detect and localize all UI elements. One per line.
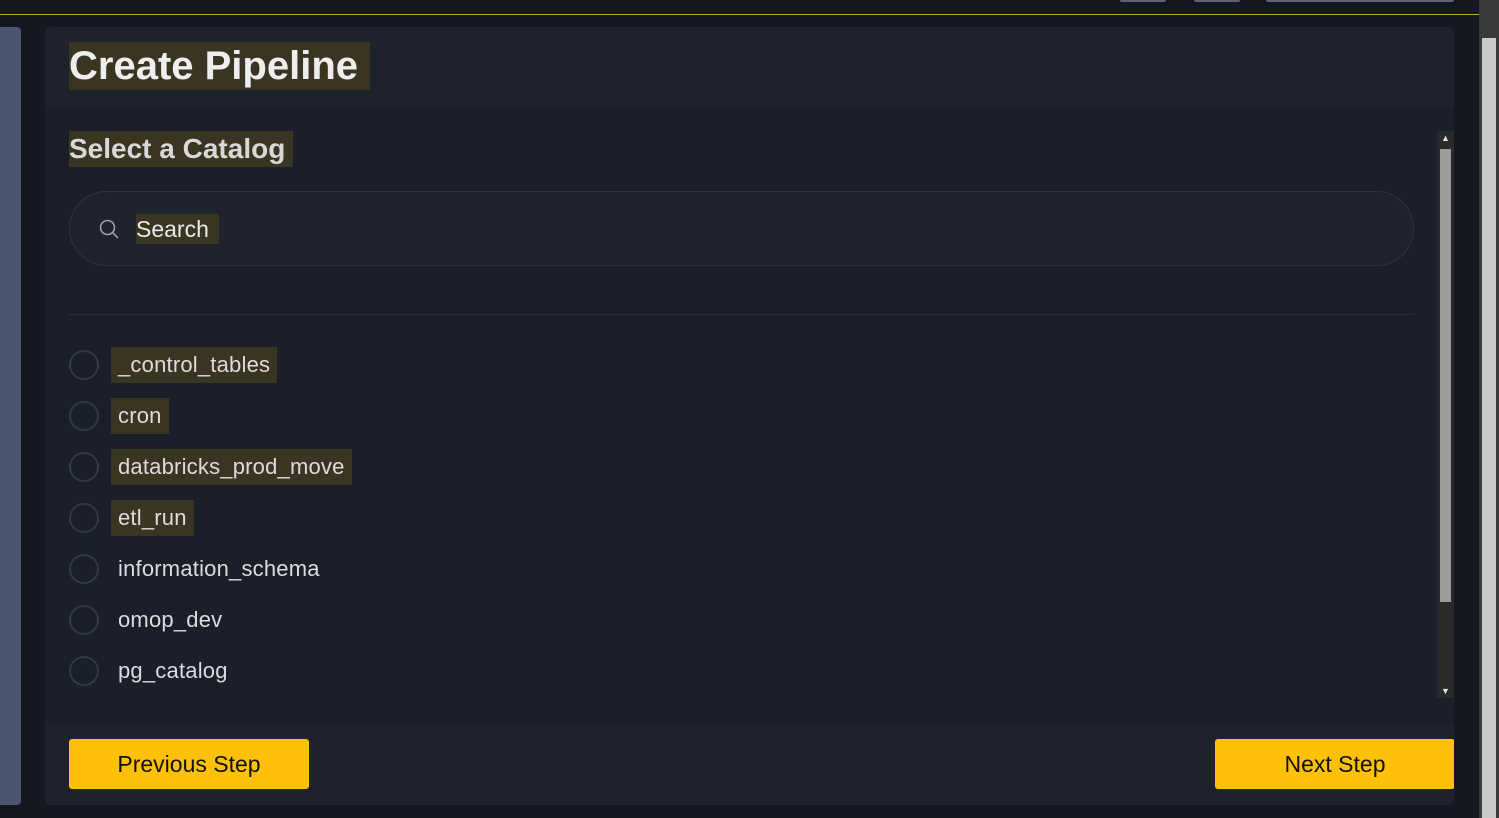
catalog-list-item[interactable]: information_schema: [69, 543, 1414, 594]
catalog-list-item[interactable]: etl_run: [69, 492, 1414, 543]
catalog-list: _control_tablescron databricks_prod_movee…: [69, 339, 1414, 696]
search-box[interactable]: [69, 191, 1414, 266]
catalog-list-item[interactable]: databricks_prod_move: [69, 441, 1414, 492]
scroll-up-arrow-icon[interactable]: ▲: [1437, 131, 1454, 145]
next-step-button[interactable]: Next Step: [1215, 739, 1454, 789]
create-pipeline-panel: Create Pipeline Select a Catalog _contro…: [45, 27, 1454, 805]
catalog-label: databricks_prod_move: [111, 448, 352, 485]
catalog-label: pg_catalog: [118, 657, 228, 683]
divider: [69, 314, 1414, 315]
catalog-list-item[interactable]: pg_catalog: [69, 645, 1414, 696]
catalog-list-item[interactable]: _control_tables: [69, 339, 1414, 390]
search-input[interactable]: [136, 214, 219, 244]
page-scrollbar[interactable]: [1479, 0, 1499, 818]
top-bar: [0, 0, 1479, 15]
section-subtitle: Select a Catalog: [69, 131, 294, 167]
page-scrollbar-thumb[interactable]: [1482, 38, 1496, 818]
catalog-list-item[interactable]: omop_dev: [69, 594, 1414, 645]
catalog-label: etl_run: [111, 499, 194, 536]
catalog-label: _control_tables: [111, 346, 278, 383]
list-scrollbar[interactable]: ▲ ▼: [1437, 131, 1454, 698]
catalog-radio-button[interactable]: [69, 604, 99, 635]
search-icon: [99, 219, 119, 239]
panel-footer: Previous Step Next Step: [45, 724, 1454, 805]
top-bar-control[interactable]: [1194, 0, 1240, 2]
previous-step-button[interactable]: Previous Step: [69, 739, 309, 789]
top-bar-control[interactable]: [1120, 0, 1166, 2]
catalog-radio-button[interactable]: [69, 553, 99, 584]
catalog-radio-button[interactable]: [69, 655, 99, 686]
catalog-list-item[interactable]: cron: [69, 390, 1414, 441]
catalog-label: information_schema: [118, 555, 320, 581]
catalog-label: cron: [111, 397, 169, 434]
scroll-down-arrow-icon[interactable]: ▼: [1437, 684, 1454, 698]
panel-body: Select a Catalog _control_tablescron data…: [45, 107, 1454, 724]
panel-header: Create Pipeline: [45, 27, 1454, 107]
page-title: Create Pipeline: [69, 42, 371, 90]
catalog-radio-button[interactable]: [69, 400, 99, 431]
catalog-radio-button[interactable]: [69, 502, 99, 533]
scrollbar-thumb[interactable]: [1440, 149, 1451, 602]
catalog-radio-button[interactable]: [69, 349, 99, 380]
catalog-label: omop_dev: [118, 606, 223, 632]
top-bar-control[interactable]: [1266, 0, 1454, 2]
left-sidebar-rail[interactable]: [0, 27, 21, 805]
catalog-radio-button[interactable]: [69, 451, 99, 482]
